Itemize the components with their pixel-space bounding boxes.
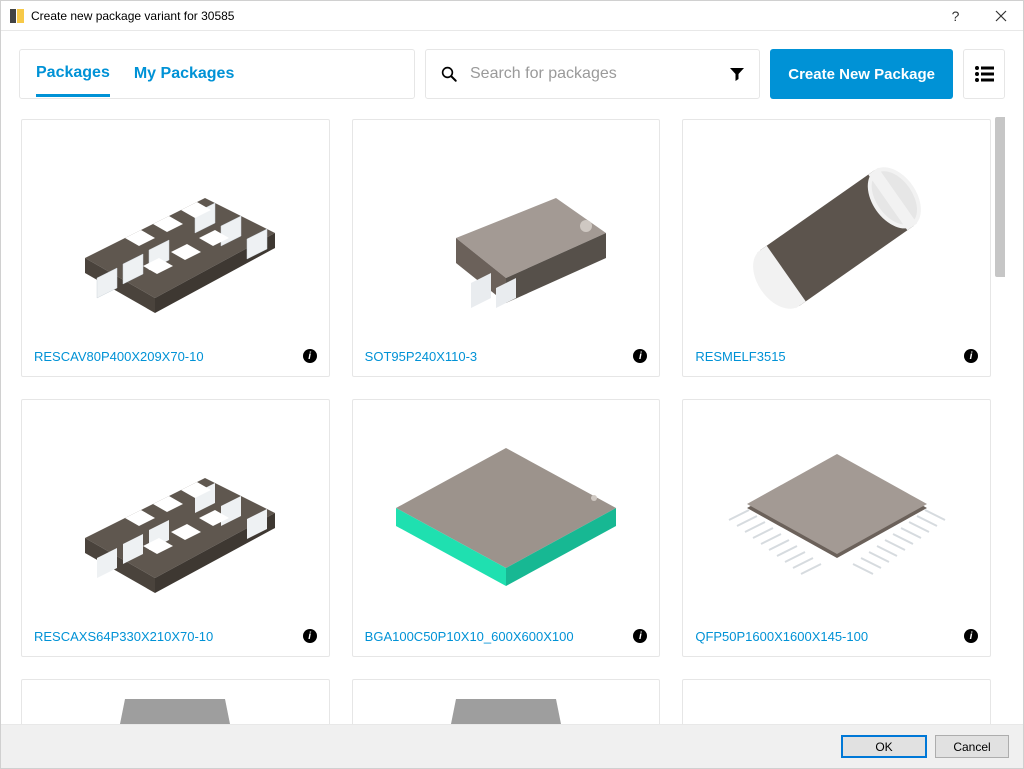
package-card-footer: RESCAV80P400X209X70-10 i [22, 336, 329, 376]
package-name[interactable]: RESMELF3515 [695, 349, 956, 364]
filter-icon[interactable] [729, 66, 745, 82]
info-icon[interactable]: i [303, 629, 317, 643]
package-thumbnail [353, 680, 660, 724]
package-card-footer: QFP50P1600X1600X145-100 i [683, 616, 990, 656]
info-icon[interactable]: i [633, 349, 647, 363]
package-card[interactable]: SOT95P240X110-3 i [352, 119, 661, 377]
package-grid-wrap: RESCAV80P400X209X70-10 i [19, 117, 1005, 724]
package-card-footer: RESMELF3515 i [683, 336, 990, 376]
package-card[interactable]: BGA100C50P10X10_600X600X100 i [352, 399, 661, 657]
titlebar: Create new package variant for 30585 ? [1, 1, 1023, 31]
package-grid-scroll[interactable]: RESCAV80P400X209X70-10 i [19, 117, 1005, 724]
scrollbar-thumb[interactable] [995, 117, 1005, 277]
package-card[interactable] [352, 679, 661, 724]
package-name[interactable]: BGA100C50P10X10_600X600X100 [365, 629, 626, 644]
package-thumbnail [353, 400, 660, 616]
info-icon[interactable]: i [303, 349, 317, 363]
cancel-button[interactable]: Cancel [935, 735, 1009, 758]
package-card-footer: SOT95P240X110-3 i [353, 336, 660, 376]
info-icon[interactable]: i [964, 629, 978, 643]
package-card[interactable]: QFP50P1600X1600X145-100 i [682, 399, 991, 657]
package-card[interactable]: RESMELF3515 i [682, 119, 991, 377]
tabs: Packages My Packages [19, 49, 415, 99]
package-card[interactable]: RESCAXS64P330X210X70-10 i [21, 399, 330, 657]
package-card[interactable] [21, 679, 330, 724]
package-card-footer: BGA100C50P10X10_600X600X100 i [353, 616, 660, 656]
tab-packages[interactable]: Packages [36, 52, 110, 97]
package-name[interactable]: RESCAV80P400X209X70-10 [34, 349, 295, 364]
package-thumbnail [683, 680, 990, 724]
help-button[interactable]: ? [933, 1, 978, 31]
tab-my-packages[interactable]: My Packages [134, 53, 235, 95]
dialog-window: Create new package variant for 30585 ? P… [0, 0, 1024, 769]
package-name[interactable]: QFP50P1600X1600X145-100 [695, 629, 956, 644]
package-thumbnail [22, 680, 329, 724]
dialog-footer: OK Cancel [1, 724, 1023, 768]
app-icon [9, 8, 25, 24]
package-thumbnail [683, 120, 990, 336]
ok-button[interactable]: OK [841, 735, 927, 758]
scrollbar[interactable] [995, 117, 1005, 724]
info-icon[interactable]: i [633, 629, 647, 643]
search-box [425, 49, 760, 99]
search-input[interactable] [470, 65, 717, 83]
create-new-package-button[interactable]: Create New Package [770, 49, 953, 99]
package-card-footer: RESCAXS64P330X210X70-10 i [22, 616, 329, 656]
package-card[interactable] [682, 679, 991, 724]
package-thumbnail [683, 400, 990, 616]
window-title: Create new package variant for 30585 [31, 9, 933, 23]
package-thumbnail [353, 120, 660, 336]
toolbar: Packages My Packages Create New Package [19, 49, 1005, 99]
view-toggle-button[interactable] [963, 49, 1005, 99]
close-button[interactable] [978, 1, 1023, 31]
content-area: Packages My Packages Create New Package [1, 31, 1023, 724]
package-thumbnail [22, 120, 329, 336]
package-grid: RESCAV80P400X209X70-10 i [19, 117, 993, 724]
package-name[interactable]: SOT95P240X110-3 [365, 349, 626, 364]
search-icon [440, 65, 458, 83]
package-name[interactable]: RESCAXS64P330X210X70-10 [34, 629, 295, 644]
info-icon[interactable]: i [964, 349, 978, 363]
package-thumbnail [22, 400, 329, 616]
package-card[interactable]: RESCAV80P400X209X70-10 i [21, 119, 330, 377]
